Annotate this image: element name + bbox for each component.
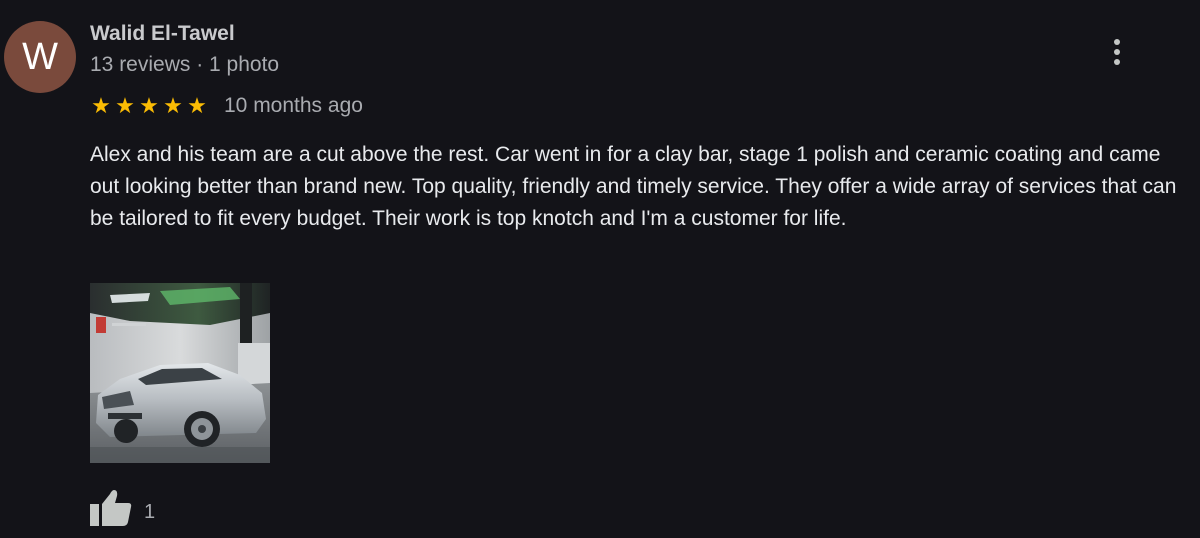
reviewer-meta: 13 reviews · 1 photo [90,53,280,76]
reviewer-name[interactable]: Walid El-Tawel [90,22,235,46]
car-photo-image [90,283,270,463]
review-date: 10 months ago [224,94,363,117]
avatar[interactable]: W [4,21,76,93]
like-count: 1 [144,501,156,523]
more-vert-icon-dot [1114,49,1120,55]
more-vert-icon-dot [1114,59,1120,65]
star-icon: ★ [187,93,207,118]
star-icon: ★ [139,93,159,118]
more-vert-icon [1114,39,1120,45]
rating-row: ★ ★ ★ ★ ★ 10 months ago [90,93,363,119]
thumbs-up-icon[interactable] [90,488,132,526]
review-photo[interactable] [90,283,270,463]
star-rating: ★ ★ ★ ★ ★ [90,95,208,117]
more-options-button[interactable] [1103,36,1131,68]
star-icon: ★ [163,93,183,118]
review-text: Alex and his team are a cut above the re… [90,143,1177,230]
star-icon: ★ [115,93,135,118]
like-row: 1 [90,488,155,526]
star-icon: ★ [91,93,111,118]
